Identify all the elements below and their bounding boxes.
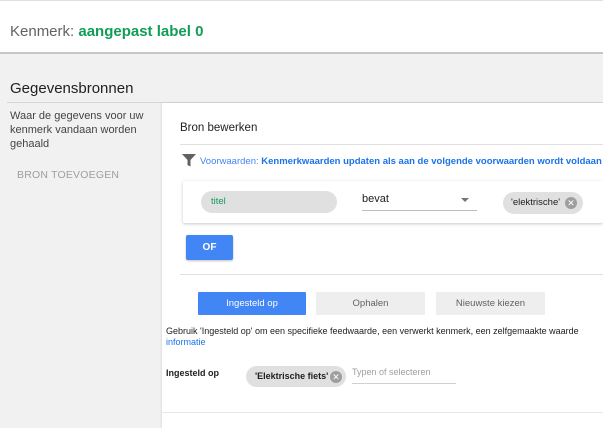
- page-header: Kenmerk: aangepast label 0: [0, 0, 603, 52]
- tab-fetch[interactable]: Ophalen: [316, 292, 425, 315]
- attribute-name: aangepast label 0: [78, 23, 204, 40]
- card-divider: [180, 144, 603, 145]
- tab-choose-latest[interactable]: Nieuwste kiezen: [436, 292, 545, 315]
- operator-value: bevat: [362, 193, 389, 205]
- edit-source-title: Bron bewerken: [180, 122, 258, 134]
- help-link[interactable]: informatie: [166, 337, 603, 348]
- field-chip[interactable]: titel: [201, 191, 337, 213]
- value-chip-label: 'elektrische': [511, 197, 561, 208]
- add-source-button[interactable]: BRON TOEVOEGEN: [17, 169, 119, 181]
- remove-value-icon[interactable]: ✕: [565, 197, 577, 209]
- bottom-divider: [162, 412, 603, 413]
- condition-description: Voorwaarden: Kenmerkwaarden updaten als …: [200, 156, 602, 167]
- page-title-label: Kenmerk:: [10, 23, 79, 40]
- dropdown-arrow-icon: [461, 198, 469, 202]
- remove-set-value-icon[interactable]: ✕: [330, 371, 342, 383]
- filter-icon: [182, 154, 196, 167]
- operator-select[interactable]: bevat: [362, 188, 477, 211]
- help-description: Gebruik 'Ingesteld op' om een specifieke…: [166, 326, 579, 336]
- help-text: Gebruik 'Ingesteld op' om een specifieke…: [166, 326, 603, 348]
- value-chip: 'elektrische' ✕: [503, 192, 583, 214]
- set-value-input[interactable]: Typen of selecteren: [352, 366, 456, 384]
- set-to-label: Ingesteld op: [166, 368, 220, 378]
- data-sources-title: Gegevensbronnen: [10, 80, 134, 97]
- set-value-chip: 'Elektrische fiets' ✕: [246, 366, 346, 387]
- condition-label: Voorwaarden:: [200, 156, 262, 167]
- or-button[interactable]: OF: [186, 235, 233, 260]
- data-sources-description: Waar de gegevens voor uw kenmerk vandaan…: [10, 110, 144, 150]
- condition-text: Kenmerkwaarden updaten als aan de volgen…: [261, 156, 602, 167]
- field-chip-label: titel: [211, 196, 226, 207]
- set-value-label: 'Elektrische fiets': [255, 371, 329, 381]
- mid-divider: [180, 274, 603, 275]
- tab-set-to[interactable]: Ingesteld op: [198, 292, 306, 315]
- page-title: Kenmerk: aangepast label 0: [10, 23, 203, 40]
